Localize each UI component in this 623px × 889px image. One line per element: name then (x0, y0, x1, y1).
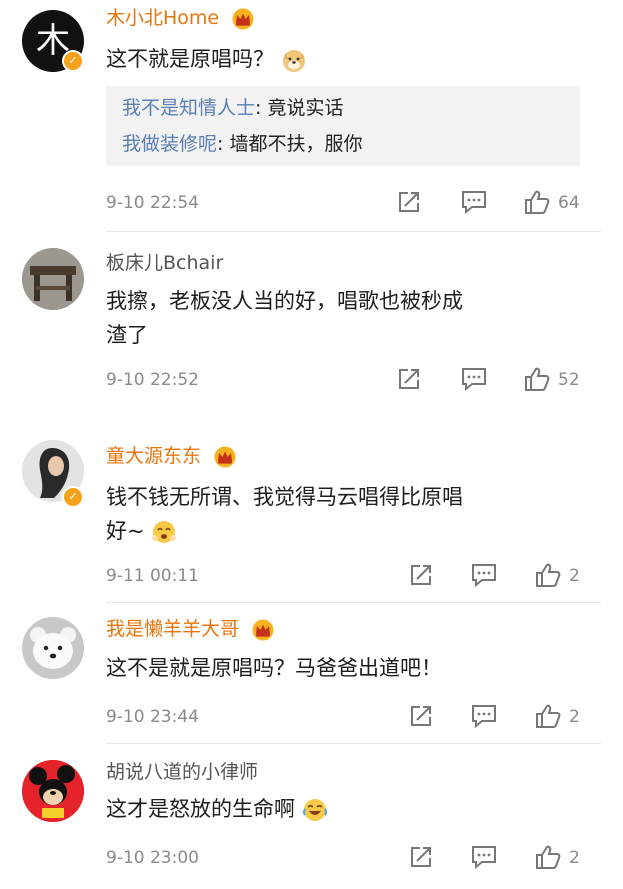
comment-time: 9-11 00:11 (106, 566, 199, 586)
repost-icon (399, 369, 419, 389)
comment-text-line: 钱不钱无所谓、我觉得马云唱得比原唱 (106, 485, 463, 509)
comment-icon (462, 191, 486, 215)
comment-username[interactable]: 板床儿Bchair (106, 251, 223, 275)
like-count: 64 (558, 193, 580, 213)
comment-button[interactable] (470, 703, 498, 733)
comment-username[interactable]: 胡说八道的小律师 (106, 760, 258, 784)
comment-text-line-with-emoji: 好~ (106, 514, 576, 548)
comment-username[interactable]: 我是懒羊羊大哥 (106, 617, 275, 641)
comment-item: ✓ 童大源东东 钱不钱无所谓、我觉得马云唱得比原唱 好~ 9-11 00:11 … (0, 424, 623, 602)
repost-button[interactable] (396, 189, 422, 219)
comment-text-content: 这不是就是原唱吗？马爸爸出道吧！ (106, 656, 442, 680)
repost-button[interactable] (396, 366, 422, 396)
comment-screenshot-bottom: ✓ 童大源东东 钱不钱无所谓、我觉得马云唱得比原唱 好~ 9-11 00:11 … (0, 424, 623, 889)
comment-button[interactable] (470, 562, 498, 592)
comment-text-line: 好~ (106, 519, 145, 543)
comment-text: 这才是怒放的生命啊 (106, 792, 576, 826)
thumbs-up-icon (536, 563, 561, 587)
like-count: 2 (569, 848, 580, 868)
comment-time: 9-10 22:54 (106, 193, 199, 213)
doge-emoji (282, 50, 305, 72)
like-button[interactable] (523, 189, 551, 219)
comment-meta-row: 9-10 22:54 64 (106, 189, 586, 219)
comment-item: 木 ✓ 木小北Home 这不就是原唱吗？ 我不是知情人士: 竟说实话 我做装修呢… (0, 0, 623, 230)
comment-text: 钱不钱无所谓、我觉得马云唱得比原唱 好~ (106, 480, 576, 548)
comment-button[interactable] (460, 189, 488, 219)
avatar[interactable] (22, 760, 84, 822)
avatar[interactable] (22, 248, 84, 310)
username-text: 我是懒羊羊大哥 (106, 618, 240, 640)
username-text: 童大源东东 (106, 445, 202, 467)
vip-crown-icon (214, 446, 236, 467)
thumbs-up-icon (536, 704, 561, 728)
reply-username[interactable]: 我做装修呢 (122, 133, 217, 155)
comment-item: 我是懒羊羊大哥 这不是就是原唱吗？马爸爸出道吧！ 9-10 23:44 2 (0, 603, 623, 743)
bear-avatar-image (22, 617, 84, 679)
comment-icon (472, 705, 496, 729)
like-count: 2 (569, 566, 580, 586)
comment-time: 9-10 23:00 (106, 848, 199, 868)
comment-text-content: 这不就是原唱吗？ (106, 47, 274, 71)
username-text: 板床儿Bchair (106, 252, 224, 274)
comment-text-line: 渣了 (106, 323, 148, 347)
comment-meta-row: 9-11 00:11 2 (106, 562, 586, 592)
comment-button[interactable] (470, 844, 498, 874)
comment-meta-row: 9-10 23:00 2 (106, 844, 586, 874)
comment-meta-row: 9-10 23:44 2 (106, 703, 586, 733)
reply-line: 我做装修呢: 墙都不扶，服你 (122, 126, 580, 162)
comment-icon (472, 846, 496, 870)
repost-icon (411, 565, 431, 585)
like-button[interactable] (534, 844, 562, 874)
reply-text: : 竟说实话 (255, 97, 344, 119)
comment-button[interactable] (460, 366, 488, 396)
reply-line: 我不是知情人士: 竟说实话 (122, 90, 580, 126)
comment-item: 胡说八道的小律师 这才是怒放的生命啊 9-10 23:00 2 (0, 744, 623, 889)
verified-badge-icon: ✓ (62, 486, 84, 508)
laugh-tears-emoji (302, 799, 327, 821)
comment-icon (472, 564, 496, 588)
repost-icon (399, 192, 419, 212)
thumbs-up-icon (536, 845, 561, 869)
comment-icon (462, 368, 486, 392)
comment-item: 板床儿Bchair 我擦，老板没人当的好，唱歌也被秒成 渣了 9-10 22:5… (0, 232, 623, 398)
repost-icon (411, 706, 431, 726)
comment-time: 9-10 22:52 (106, 370, 199, 390)
comment-username[interactable]: 木小北Home (106, 6, 255, 30)
comment-text: 这不就是原唱吗？ (106, 42, 576, 76)
reply-username[interactable]: 我不是知情人士 (122, 97, 255, 119)
comment-meta-row: 9-10 22:52 52 (106, 366, 586, 396)
mickey-avatar-image (22, 760, 84, 822)
repost-button[interactable] (408, 844, 434, 874)
thumbs-up-icon (525, 367, 550, 391)
cry-laugh-emoji (152, 521, 177, 543)
comment-text: 这不是就是原唱吗？马爸爸出道吧！ (106, 651, 576, 685)
stool-avatar-image (22, 248, 84, 310)
reply-preview-box[interactable]: 我不是知情人士: 竟说实话 我做装修呢: 墙都不扶，服你 (106, 86, 580, 166)
like-count: 52 (558, 370, 580, 390)
comment-text: 我擦，老板没人当的好，唱歌也被秒成 渣了 (106, 284, 576, 352)
comment-screenshot-top: 木 ✓ 木小北Home 这不就是原唱吗？ 我不是知情人士: 竟说实话 我做装修呢… (0, 0, 623, 398)
repost-button[interactable] (408, 703, 434, 733)
repost-button[interactable] (408, 562, 434, 592)
vip-crown-icon (232, 8, 254, 29)
comment-username[interactable]: 童大源东东 (106, 444, 237, 468)
reply-text: : 墙都不扶，服你 (217, 133, 363, 155)
username-text: 木小北Home (106, 7, 220, 29)
like-button[interactable] (534, 703, 562, 733)
like-button[interactable] (523, 366, 551, 396)
comment-text-line: 我擦，老板没人当的好，唱歌也被秒成 (106, 289, 463, 313)
comment-text-content: 这才是怒放的生命啊 (106, 797, 295, 821)
username-text: 胡说八道的小律师 (106, 761, 259, 783)
comment-time: 9-10 23:44 (106, 707, 199, 727)
thumbs-up-icon (525, 190, 550, 214)
repost-icon (411, 847, 431, 867)
avatar[interactable] (22, 617, 84, 679)
like-button[interactable] (534, 562, 562, 592)
screenshot-gap (0, 398, 623, 424)
like-count: 2 (569, 707, 580, 727)
verified-badge-icon: ✓ (62, 50, 84, 72)
vip-crown-icon (252, 619, 274, 640)
